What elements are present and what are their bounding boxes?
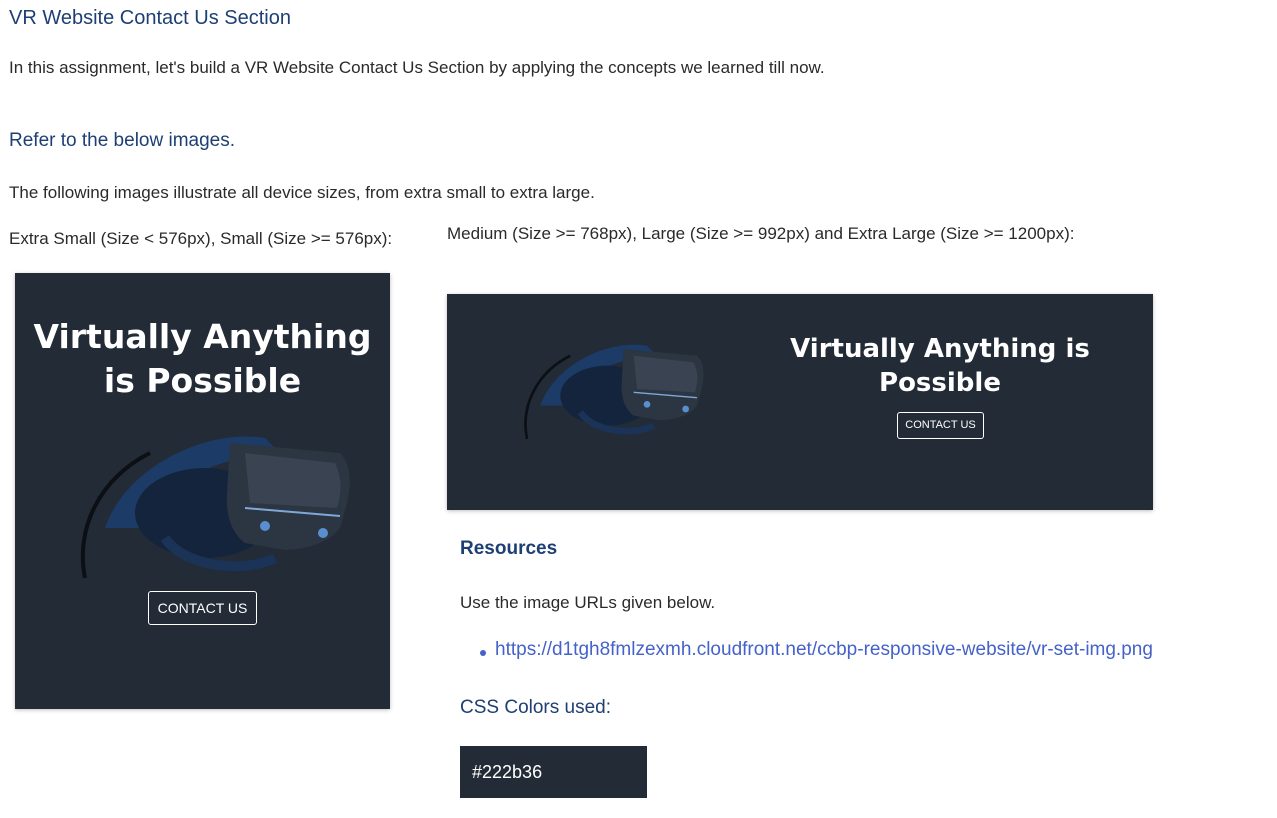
small-caption: Extra Small (Size < 576px), Small (Size … [9,229,393,248]
page-title: VR Website Contact Us Section [9,7,291,29]
color-swatch: #222b36 [460,746,647,798]
intro-text: In this assignment, let's build a VR Web… [9,58,825,77]
small-heading-line2: is Possible [103,361,302,400]
small-heading-line1: Virtually Anything [33,317,372,356]
device-note: The following images illustrate all devi… [9,183,595,202]
resources-description: Use the image URLs given below. [460,593,716,612]
bullet-icon [480,650,486,656]
small-preview-heading: Virtually Anything is Possible [15,315,390,403]
refer-heading: Refer to the below images. [9,130,236,151]
resources-heading: Resources [460,538,558,559]
vr-image-link[interactable]: https://d1tgh8fmlzexmh.cloudfront.net/cc… [495,639,1153,661]
large-preview-heading: Virtually Anything is Possible [790,332,1090,400]
small-contact-button[interactable]: CONTACT US [148,591,257,625]
vr-headset-icon [80,436,350,579]
large-heading-line2: Possible [879,368,1001,398]
small-preview: Virtually Anything is Possible CONTACT U… [15,273,390,709]
large-preview: Virtually Anything is Possible CONTACT U… [447,294,1153,510]
large-caption: Medium (Size >= 768px), Large (Size >= 9… [447,224,1075,243]
large-heading-line1: Virtually Anything is [790,334,1090,364]
vr-headset-icon [524,344,704,440]
large-contact-button[interactable]: CONTACT US [897,412,984,439]
css-colors-heading: CSS Colors used: [460,697,612,718]
